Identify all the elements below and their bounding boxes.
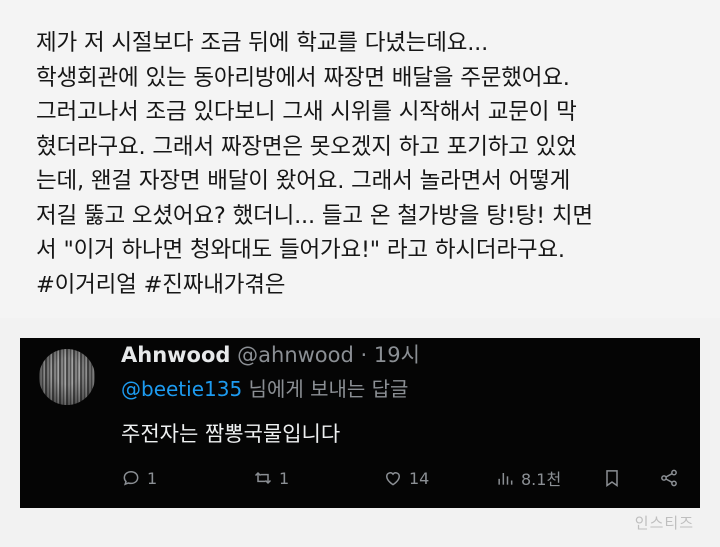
reply-to-line: @beetie135 님에게 보내는 답글 (121, 374, 408, 404)
bookmark-button[interactable] (602, 463, 622, 493)
reply-button[interactable]: 1 (121, 463, 157, 493)
timestamp[interactable]: 19시 (374, 343, 420, 367)
watermark: 인스티즈 (634, 514, 694, 532)
reply-header: Ahnwood @ahnwood · 19시 (121, 340, 420, 370)
user-handle[interactable]: @ahnwood (237, 343, 354, 367)
retweet-button[interactable]: 1 (253, 463, 289, 493)
reply-to-mention[interactable]: @beetie135 (121, 377, 242, 401)
reply-text: 주전자는 짬뽕국물입니다 (121, 422, 341, 446)
like-button[interactable]: 14 (383, 463, 429, 493)
post-line: 저길 뚫고 오셨어요? 했더니... 들고 온 철가방을 탕!탕! 치면 (36, 202, 593, 229)
retweet-icon (254, 471, 272, 485)
share-button[interactable] (659, 463, 679, 493)
reply-icon (123, 470, 139, 486)
post-line: 그러고나서 조금 있다보니 그새 시위를 시작해서 교문이 막 (36, 99, 577, 125)
bookmark-icon (606, 470, 618, 487)
reply-to-label: 님에게 보내는 답글 (242, 377, 409, 401)
heart-icon (385, 472, 401, 486)
post-card: 제가 저 시절보다 조금 뒤에 학교를 다녔는데요... 학생회관에 있는 동아… (0, 0, 720, 318)
post-hashtags[interactable]: #이거리얼 #진짜내가겪은 (36, 268, 696, 303)
post-line: 는데, 왠걸 자장면 배달이 왔어요. 그래서 놀라면서 어떻게 (36, 168, 571, 194)
post-line: 서 "이거 하나면 청와대도 들어가요!" 라고 하시더라구요. (36, 237, 565, 263)
reply-count: 1 (147, 468, 158, 488)
views-button[interactable]: 8.1천 (495, 463, 561, 493)
avatar[interactable] (39, 349, 95, 405)
post-body: 제가 저 시절보다 조금 뒤에 학교를 다녔는데요... 학생회관에 있는 동아… (36, 26, 696, 302)
share-icon (661, 469, 677, 487)
post-line: 혔더라구요. 그래서 짜장면은 못오겠지 하고 포기하고 있었 (36, 133, 577, 160)
post-line: 학생회관에 있는 동아리방에서 짜장면 배달을 주문했어요. (36, 64, 570, 91)
retweet-count: 1 (279, 468, 290, 488)
reply-tweet[interactable]: Ahnwood @ahnwood · 19시 @beetie135 님에게 보내… (20, 338, 700, 508)
post-line: 제가 저 시절보다 조금 뒤에 학교를 다녔는데요... (36, 30, 489, 56)
like-count: 14 (409, 468, 430, 488)
display-name[interactable]: Ahnwood (121, 343, 230, 367)
separator-dot: · (360, 343, 368, 367)
view-count: 8.1천 (521, 470, 562, 489)
action-bar: 1 1 14 8.1천 (121, 463, 681, 493)
bar-chart-icon (498, 473, 513, 485)
